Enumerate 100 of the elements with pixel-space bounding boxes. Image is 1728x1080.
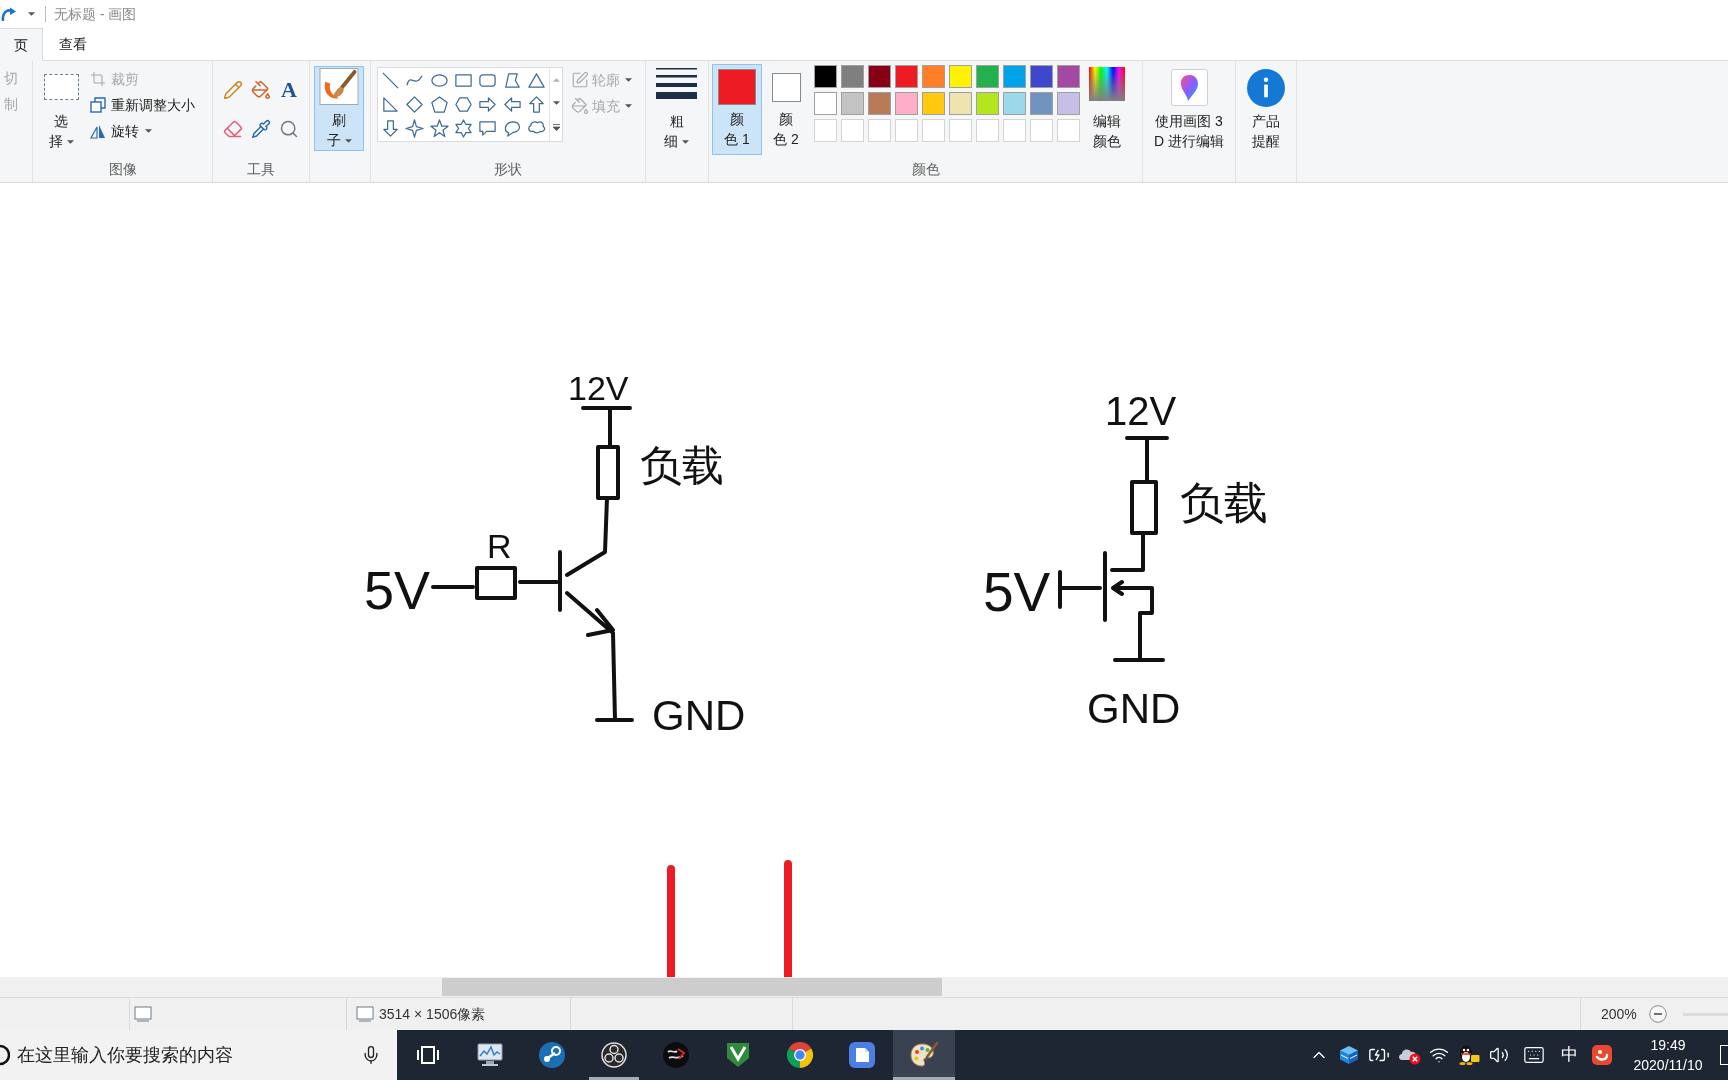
image-tool-button[interactable]: 旋转: [90, 118, 195, 144]
current-color-button[interactable]: 颜色 1: [712, 64, 762, 155]
caret-icon: [66, 140, 74, 145]
group-label: 图像: [108, 160, 137, 178]
volume-icon[interactable]: [1489, 1045, 1509, 1065]
search-field[interactable]: 在这里输入你要搜索的内容: [17, 1041, 361, 1069]
color-swatch[interactable]: [976, 65, 999, 88]
notification-icon[interactable]: [1720, 1045, 1728, 1065]
magnifier-icon[interactable]: [279, 119, 299, 139]
rounded-logo-icon[interactable]: [1592, 1045, 1612, 1065]
penguin-icon[interactable]: [1458, 1044, 1480, 1066]
empty-swatch[interactable]: [1030, 119, 1053, 142]
right-triangle-icon[interactable]: [380, 95, 400, 114]
empty-swatch[interactable]: [814, 119, 837, 142]
color-swatch[interactable]: [841, 65, 864, 88]
color-swatch[interactable]: [1003, 92, 1026, 115]
group-label: 工具: [247, 160, 275, 178]
color-swatch[interactable]: [895, 65, 918, 88]
triangle-icon[interactable]: [527, 70, 547, 90]
color-swatch[interactable]: [1003, 65, 1026, 88]
frame-icon: [134, 1006, 152, 1022]
ground-label: GND: [1087, 688, 1181, 730]
empty-swatch[interactable]: [1057, 119, 1080, 142]
scroll-down-icon[interactable]: [552, 101, 560, 105]
color-swatch[interactable]: [814, 92, 837, 115]
six-point-star-icon[interactable]: [454, 119, 473, 139]
empty-swatch[interactable]: [922, 119, 945, 142]
left-arrow-icon[interactable]: [502, 95, 522, 114]
ribbon-tab[interactable]: 页: [0, 28, 43, 61]
ground-label: GND: [652, 695, 746, 737]
color-swatch[interactable]: [922, 92, 945, 115]
voltage-label: 12V: [568, 371, 629, 405]
color-swatch[interactable]: [814, 65, 837, 88]
empty-swatch[interactable]: [895, 119, 918, 142]
input-method-indicator[interactable]: 中: [1560, 1042, 1578, 1068]
paint-bucket-icon[interactable]: [251, 80, 271, 100]
empty-swatch[interactable]: [868, 119, 891, 142]
color-swatch[interactable]: [1057, 65, 1080, 88]
right-arrow-icon[interactable]: [478, 95, 498, 114]
up-arrow-icon[interactable]: [527, 95, 547, 114]
rectangular-callout-icon[interactable]: [478, 119, 498, 139]
zoom-out-button[interactable]: [1648, 1005, 1667, 1023]
color-swatch[interactable]: [1030, 65, 1053, 88]
info-icon: [1247, 69, 1285, 107]
color-swatch[interactable]: [1057, 92, 1080, 115]
pentagon-icon[interactable]: [429, 95, 449, 114]
dashed-rectangle-icon: [43, 74, 79, 100]
empty-swatch[interactable]: [949, 119, 972, 142]
curved-arrow-icon[interactable]: [1, 7, 17, 21]
text-tool-button[interactable]: A: [279, 80, 299, 100]
empty-swatch[interactable]: [1003, 119, 1026, 142]
edit-colors-button[interactable]: 编辑颜色: [1085, 64, 1129, 151]
group-label: 形状: [494, 160, 522, 178]
taskbar-button[interactable]: [893, 1030, 955, 1080]
color-swatch[interactable]: [868, 92, 891, 115]
polygon-icon[interactable]: [502, 70, 522, 90]
product-alert-button[interactable]: 产品提醒: [1236, 61, 1296, 160]
line-icon[interactable]: [380, 70, 400, 90]
scrollbar-thumb[interactable]: [442, 978, 942, 996]
five-point-star-icon[interactable]: [429, 119, 449, 139]
keyboard-icon[interactable]: [1521, 1044, 1547, 1066]
select-button[interactable]: 选择: [42, 61, 80, 160]
horizontal-scrollbar[interactable]: [0, 977, 1728, 997]
ring-logo-icon: [601, 1042, 627, 1068]
line-weights-icon: [656, 67, 697, 100]
color-swatch[interactable]: [1030, 92, 1053, 115]
brush-button[interactable]: 刷子: [314, 66, 364, 151]
color-swatch[interactable]: [922, 65, 945, 88]
four-point-star-icon[interactable]: [405, 119, 425, 139]
eraser-icon[interactable]: [223, 119, 243, 139]
empty-swatch[interactable]: [841, 119, 864, 142]
ribbon-tab[interactable]: 查看: [43, 28, 103, 60]
size-button[interactable]: 粗细: [654, 67, 699, 160]
search-box[interactable]: 在这里输入你要搜索的内容: [0, 1030, 397, 1080]
color-swatch[interactable]: [895, 92, 918, 115]
cube-icon[interactable]: [1339, 1045, 1359, 1065]
pipette-icon[interactable]: [251, 119, 271, 139]
shield-logo-icon: [726, 1042, 750, 1068]
caret-icon: [682, 140, 689, 145]
color-swatch[interactable]: [868, 65, 891, 88]
expand-gallery-icon[interactable]: [552, 124, 560, 132]
empty-swatch[interactable]: [976, 119, 999, 142]
browser-icon: [787, 1042, 813, 1068]
color-swatch[interactable]: [949, 92, 972, 115]
pencil-icon[interactable]: [223, 80, 243, 100]
image-tool-button[interactable]: 重新调整大小: [90, 92, 195, 118]
diamond-icon[interactable]: [405, 95, 425, 114]
task-view-icon: [417, 1046, 439, 1064]
down-arrow-icon[interactable]: [380, 119, 400, 139]
color-swatch[interactable]: [841, 92, 864, 115]
color-swatch[interactable]: [976, 92, 999, 115]
resistor-label: R: [487, 529, 512, 563]
current-color-button[interactable]: 颜色 2: [766, 64, 806, 155]
color-swatch[interactable]: [949, 65, 972, 88]
voltage-label: 5V: [983, 565, 1051, 620]
hexagon-icon[interactable]: [454, 95, 473, 114]
paint-3d-button[interactable]: 使用画图 3D 进行编辑: [1143, 61, 1235, 160]
oval-callout-icon[interactable]: [502, 119, 522, 139]
frame-icon: [356, 1006, 374, 1022]
clock[interactable]: 19:49 2020/11/10: [1620, 1035, 1716, 1075]
